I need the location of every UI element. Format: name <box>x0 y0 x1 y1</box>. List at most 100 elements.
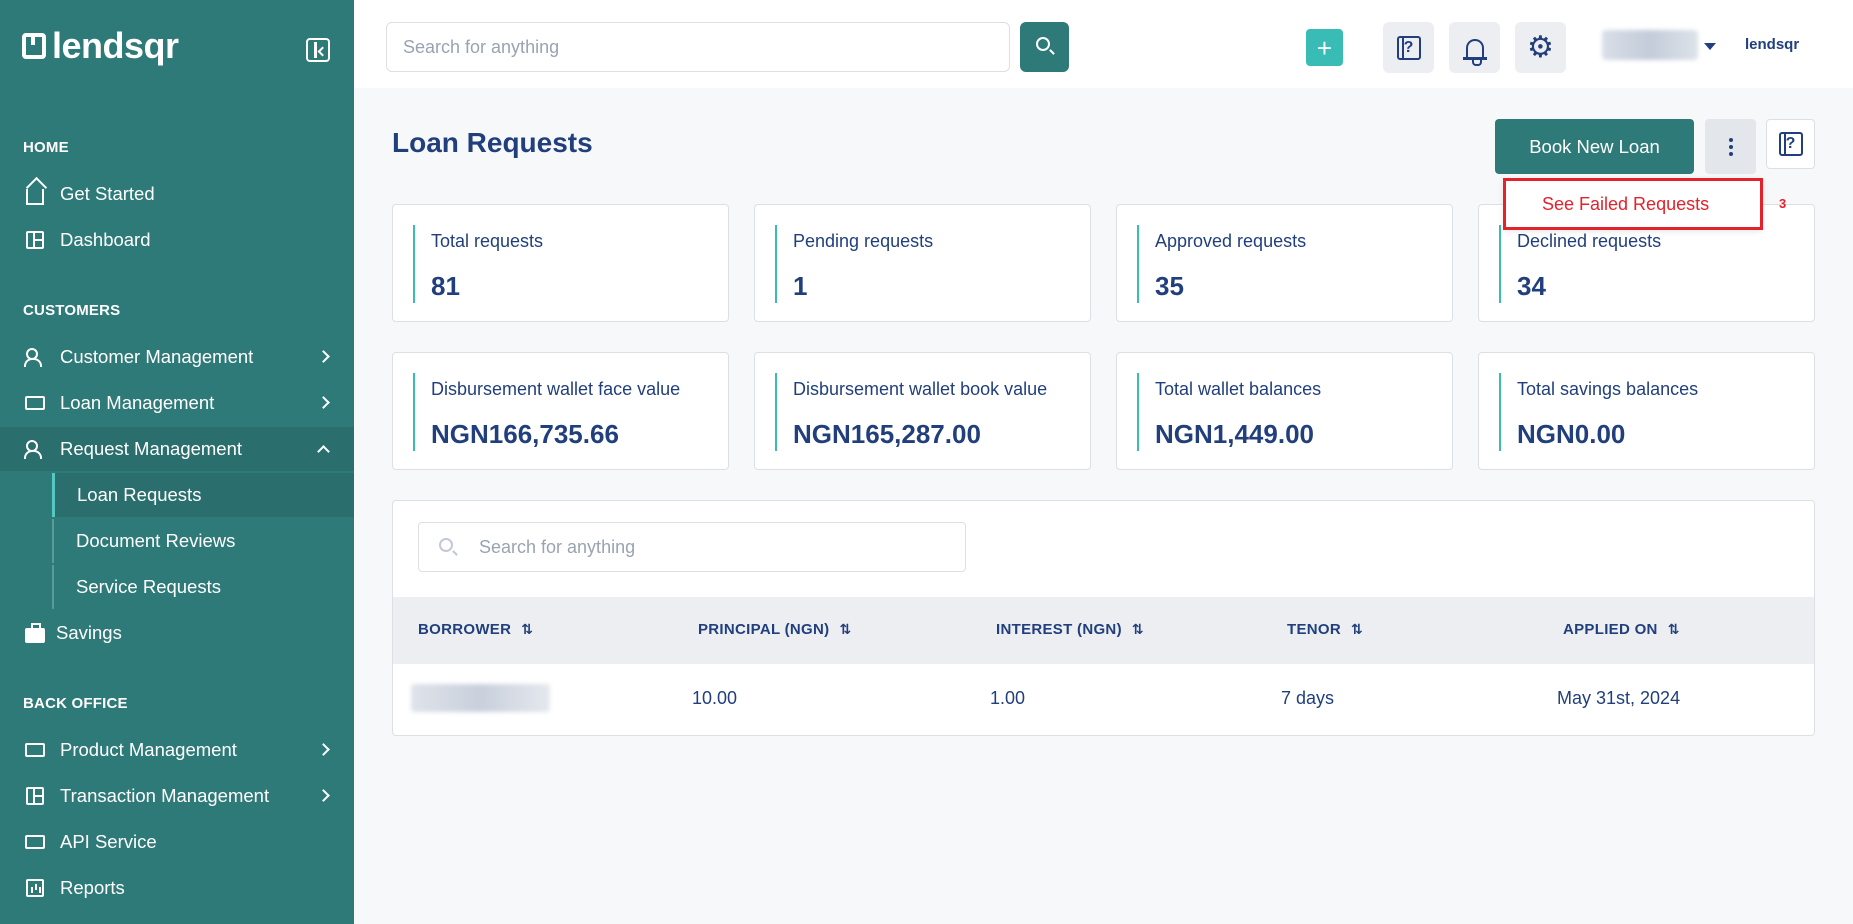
org-logo: lendsqr <box>1745 36 1800 53</box>
sidebar-item-label: Loan Requests <box>77 484 202 505</box>
stat-label: Total savings balances <box>1517 379 1699 399</box>
sidebar-item-label: Savings <box>56 622 122 643</box>
sort-icon[interactable]: ⇅ <box>1668 621 1680 638</box>
column-interest[interactable]: INTEREST (NGN) ⇅ <box>996 621 1144 638</box>
sidebar-item-label: Product Management <box>60 739 237 760</box>
table-cell-applied-on: May 31st, 2024 <box>1557 688 1681 708</box>
receipt-icon <box>24 785 46 807</box>
lendsqr-logo[interactable]: lendsqr <box>22 28 179 64</box>
stat-label: Disbursement wallet book value <box>793 379 1048 399</box>
sidebar-item-customer-management[interactable]: Customer Management <box>0 335 354 379</box>
sidebar-item-loan-management[interactable]: Loan Management <box>0 381 354 425</box>
loan-requests-table: Search for anything BORROWER ⇅ PRINCIPAL … <box>392 500 1815 736</box>
dropdown-see-failed-requests[interactable]: See Failed Requests <box>1503 178 1763 230</box>
sort-icon[interactable]: ⇅ <box>839 621 851 638</box>
column-label: APPLIED ON <box>1563 621 1658 638</box>
section-back-office: BACK OFFICE <box>23 695 128 712</box>
chevron-right-icon <box>317 789 330 802</box>
stat-label: Pending requests <box>793 231 934 251</box>
table-cell-principal: 10.00 <box>692 688 738 708</box>
sidebar-item-label: Request Management <box>60 438 243 459</box>
page-help-button[interactable]: ? <box>1766 119 1815 169</box>
gear-icon: ⚙ <box>1527 30 1554 64</box>
sidebar-item-label: Reports <box>60 877 125 898</box>
collapse-sidebar-icon[interactable] <box>306 38 330 62</box>
more-options-button[interactable] <box>1705 119 1756 174</box>
sidebar-item-api-service[interactable]: API Service <box>0 820 354 864</box>
column-borrower[interactable]: BORROWER ⇅ <box>418 621 533 638</box>
stat-value: NGN1,449.00 <box>1155 419 1314 449</box>
logo-mark-icon <box>22 33 46 59</box>
stat-label: Disbursement wallet face value <box>431 379 681 399</box>
help-icon: ? <box>1778 132 1803 156</box>
sidebar-item-request-management[interactable]: Request Management <box>0 427 354 471</box>
sidebar-item-savings[interactable]: Savings <box>0 611 354 655</box>
bar-chart-icon <box>24 877 46 899</box>
column-label: PRINCIPAL (NGN) <box>698 621 830 638</box>
stat-value: 35 <box>1155 271 1184 301</box>
sidebar-item-dashboard[interactable]: Dashboard <box>0 218 354 262</box>
column-label: BORROWER <box>418 621 512 638</box>
column-applied-on[interactable]: APPLIED ON ⇅ <box>1563 621 1680 638</box>
notifications-button[interactable] <box>1449 22 1500 73</box>
sidebar-subitem-document-reviews[interactable]: Document Reviews <box>52 519 354 563</box>
chevron-right-icon <box>317 350 330 363</box>
user-avatar[interactable] <box>1602 30 1698 60</box>
bank-icon <box>24 831 46 853</box>
sort-icon[interactable]: ⇅ <box>1351 621 1363 638</box>
column-tenor[interactable]: TENOR ⇅ <box>1287 621 1363 638</box>
stat-card: Disbursement wallet book value NGN165,28… <box>754 352 1091 470</box>
sidebar-item-transaction-management[interactable]: Transaction Management <box>0 774 354 818</box>
sort-icon[interactable]: ⇅ <box>1132 621 1144 638</box>
column-label: TENOR <box>1287 621 1341 638</box>
table-cell-tenor: 7 days <box>1281 688 1335 708</box>
search-button[interactable] <box>1020 22 1069 72</box>
stat-value: 1 <box>793 271 808 301</box>
sidebar-item-label: Loan Management <box>60 392 215 413</box>
borrower-name-redacted[interactable] <box>411 684 550 712</box>
chevron-right-icon <box>317 743 330 756</box>
briefcase-icon <box>24 622 46 644</box>
chevron-up-icon <box>317 445 330 458</box>
home-icon <box>24 183 46 205</box>
sidebar-item-product-management[interactable]: Product Management <box>0 728 354 772</box>
global-search-input[interactable]: Search for anything <box>386 22 1010 72</box>
stat-label: Total wallet balances <box>1155 379 1322 399</box>
users-icon <box>24 346 46 368</box>
sort-icon[interactable]: ⇅ <box>521 621 533 638</box>
search-icon <box>439 538 453 552</box>
stat-card: Total requests 81 <box>392 204 729 322</box>
section-home: HOME <box>23 139 69 156</box>
table-search-placeholder: Search for anything <box>479 536 636 557</box>
section-customers: CUSTOMERS <box>23 302 121 319</box>
bell-icon <box>1462 38 1487 66</box>
stat-card: Total wallet balances NGN1,449.00 <box>1116 352 1453 470</box>
sidebar-item-label: Service Requests <box>76 576 221 597</box>
table-search-input[interactable]: Search for anything <box>418 522 966 572</box>
settings-button[interactable]: ⚙ <box>1515 22 1566 73</box>
search-icon <box>1036 37 1050 51</box>
help-button[interactable]: ? <box>1383 22 1434 73</box>
table-cell-interest: 1.00 <box>990 688 1026 708</box>
logo-text: lendsqr <box>52 25 179 66</box>
stat-card: Approved requests 35 <box>1116 204 1453 322</box>
stat-value: NGN166,735.66 <box>431 419 619 449</box>
column-principal[interactable]: PRINCIPAL (NGN) ⇅ <box>698 621 851 638</box>
shapes-icon <box>24 739 46 761</box>
loan-icon <box>24 392 46 414</box>
book-new-loan-button[interactable]: Book New Loan <box>1495 119 1694 174</box>
sidebar-item-label: Customer Management <box>60 346 254 367</box>
sidebar-subitem-loan-requests[interactable]: Loan Requests <box>52 473 354 517</box>
dashboard-icon <box>24 229 46 251</box>
column-label: INTEREST (NGN) <box>996 621 1122 638</box>
caret-down-icon[interactable] <box>1704 43 1716 50</box>
sidebar-item-label: Get Started <box>60 183 155 204</box>
stat-label: Total requests <box>431 231 544 251</box>
page-title: Loan Requests <box>392 127 593 158</box>
sidebar-item-label: Document Reviews <box>76 530 236 551</box>
sidebar-subitem-service-requests[interactable]: Service Requests <box>52 565 354 609</box>
add-button[interactable]: + <box>1306 29 1343 66</box>
kebab-icon <box>1728 137 1733 142</box>
sidebar-item-get-started[interactable]: Get Started <box>0 172 354 216</box>
sidebar-item-reports[interactable]: Reports <box>0 866 354 910</box>
